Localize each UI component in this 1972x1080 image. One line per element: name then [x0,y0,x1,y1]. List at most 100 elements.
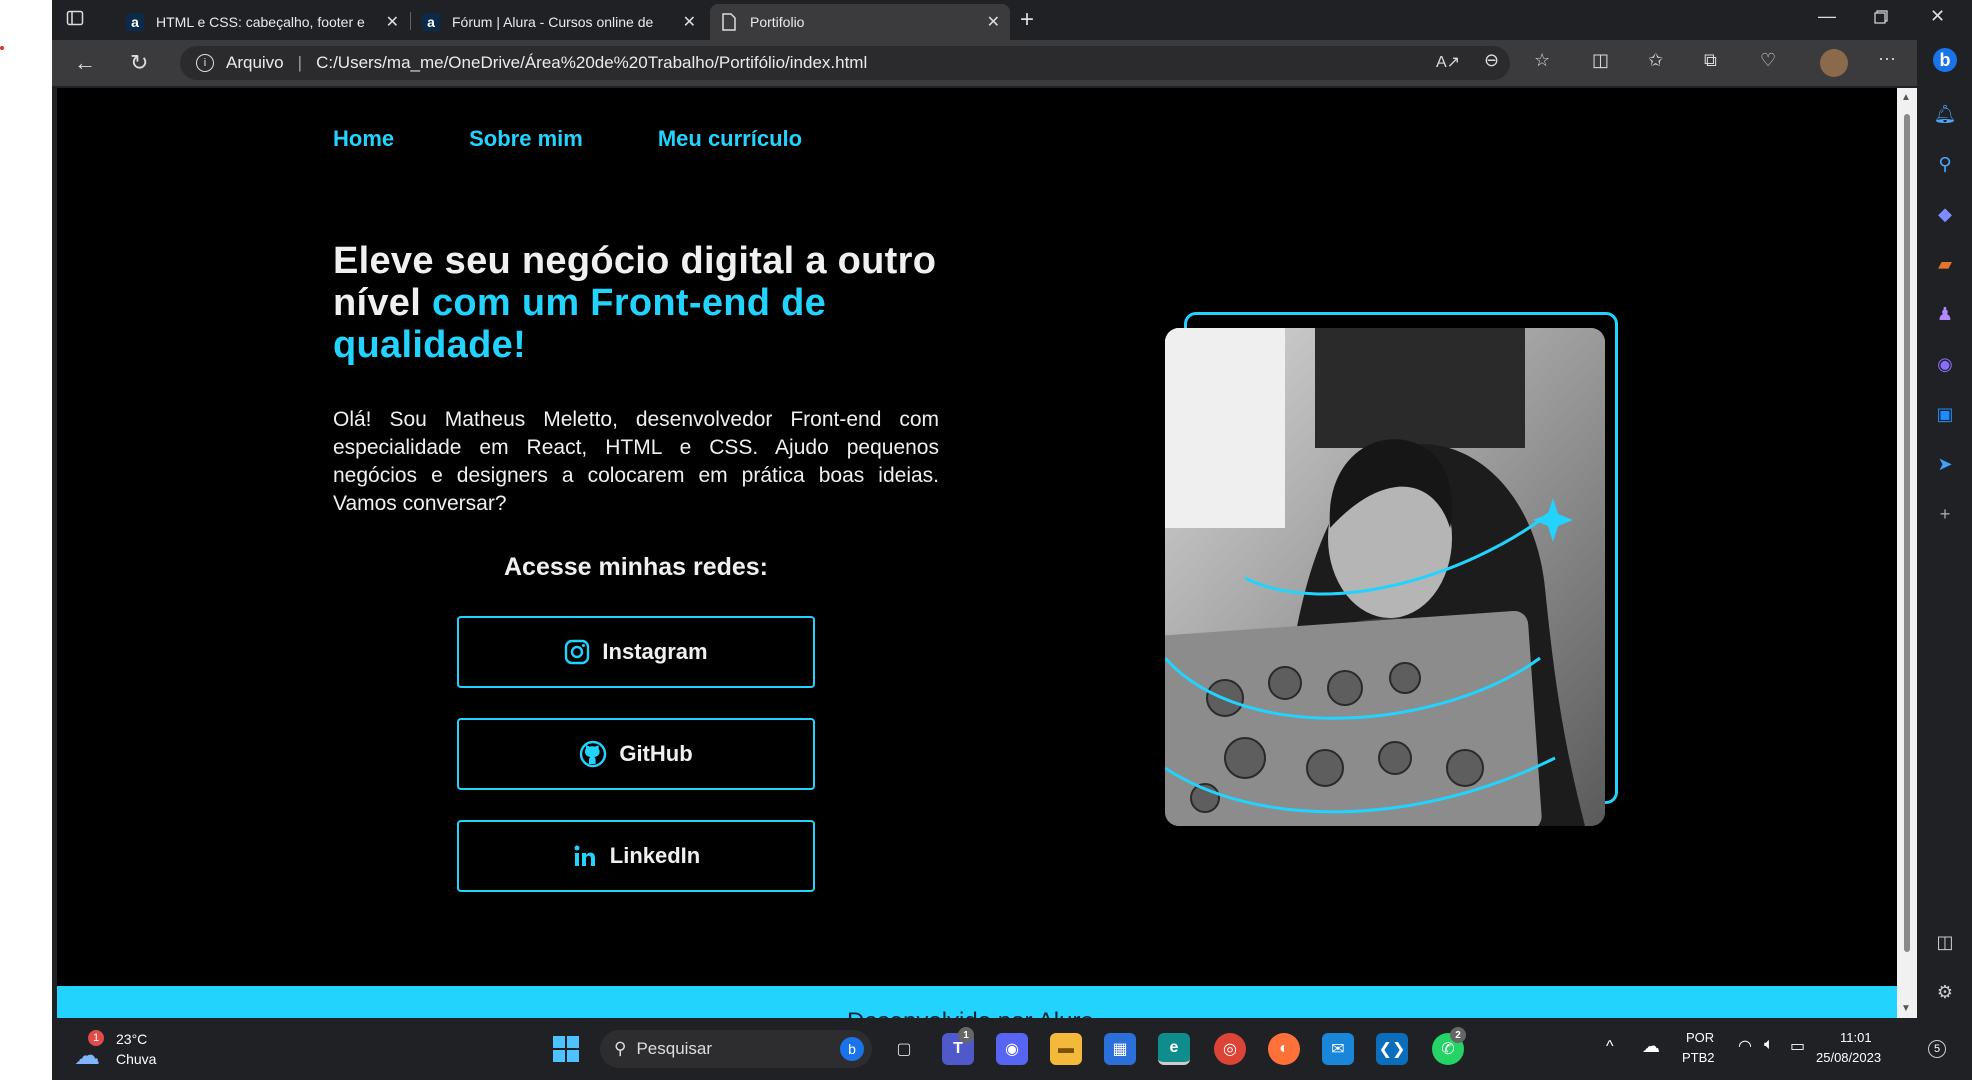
tab-portifolio[interactable]: Portifolio ✕ [710,4,1010,40]
wifi-icon[interactable]: ◠ [1738,1036,1752,1056]
screen: a HTML e CSS: cabeçalho, footer e ✕ a Fó… [0,0,1972,1080]
close-icon[interactable]: ✕ [683,12,696,32]
nav-sobre-mim[interactable]: Sobre mim [469,126,583,152]
split-screen-icon[interactable]: ◫ [1592,50,1609,71]
tab-html-css[interactable]: a HTML e CSS: cabeçalho, footer e ✕ [116,4,409,40]
task-view-icon[interactable]: ▢ [888,1033,920,1065]
favorites-icon[interactable]: ✩ [1648,50,1663,71]
scroll-thumb[interactable] [1904,114,1910,952]
browser-window: a HTML e CSS: cabeçalho, footer e ✕ a Fó… [52,0,1972,1018]
notification-count[interactable]: 5 [1928,1040,1946,1058]
profile-avatar[interactable] [1820,49,1848,77]
favorite-star-icon[interactable]: ☆ [1534,50,1550,71]
scroll-down-icon[interactable]: ▼ [1901,1003,1911,1014]
address-label: Arquivo [226,53,284,72]
minimize-icon[interactable]: — [1818,6,1836,27]
page-scrollbar[interactable]: ▲ ▼ [1897,88,1917,1018]
chrome-icon[interactable]: ◎ [1214,1033,1246,1065]
microsoft-store-icon[interactable]: ▦ [1104,1033,1136,1065]
social-label: LinkedIn [609,843,701,868]
add-sidebar-icon[interactable]: + [1933,502,1957,526]
hero-text: Olá! Sou Matheus Meletto, desenvolvedor … [333,408,939,515]
nav-meu-curriculo[interactable]: Meu currículo [658,126,802,152]
shopping-tag-icon[interactable]: ◆ [1933,202,1957,226]
clock-time[interactable]: 11:01 [1840,1030,1872,1045]
browser-essentials-icon[interactable]: ♡ [1760,50,1776,71]
tab-actions-icon[interactable] [66,9,84,32]
github-icon [579,740,607,768]
bing-icon[interactable]: b [840,1037,864,1061]
refresh-icon[interactable]: ↻ [130,50,148,76]
notification-bell-icon[interactable]: 🔔︎ [1933,102,1957,126]
weather-badge: 1 [88,1030,104,1046]
battery-icon[interactable]: ▭ [1790,1036,1805,1056]
settings-gear-icon[interactable]: ⚙ [1933,980,1957,1004]
tab-title: HTML e CSS: cabeçalho, footer e [156,14,365,30]
page-viewport: Home Sobre mim Meu currículo Eleve seu n… [57,88,1897,1018]
search-placeholder: Pesquisar [636,1039,713,1058]
lang-line2[interactable]: PTB2 [1682,1050,1715,1065]
games-icon[interactable]: ♟ [1933,302,1957,326]
weather-condition: Chuva [116,1051,157,1067]
hero-title: Eleve seu negócio digital a outro nível … [333,240,937,366]
social-label: Instagram [602,639,708,664]
info-icon[interactable]: i [196,54,214,72]
tab-title: Fórum | Alura - Cursos online de [452,14,654,30]
lang-line1[interactable]: POR [1686,1030,1714,1045]
drop-icon[interactable]: ➤ [1933,452,1957,476]
linkedin-icon [572,843,598,869]
desktop-edge [0,0,52,1080]
zoom-out-icon[interactable]: ⊖ [1484,50,1499,71]
edge-icon[interactable]: e [1158,1033,1190,1065]
discord-icon[interactable]: ◉ [996,1033,1028,1065]
social-label: GitHub [619,741,693,766]
edge-sidebar: b 🔔︎ ⚲ ◆ ▰ ♟ ◉ ▣ ➤ + ◫ ⚙ [1917,40,1972,1018]
close-icon[interactable]: ✕ [386,12,399,32]
mail-icon[interactable]: ✉ [1322,1033,1354,1065]
chevron-up-icon[interactable]: ^ [1606,1038,1614,1056]
windows-start-icon[interactable] [550,1033,582,1065]
address-bar[interactable]: i Arquivo | C:/Users/ma_me/OneDrive/Área… [180,46,1510,80]
copilot-icon[interactable]: b [1933,48,1957,72]
vscode-icon[interactable]: ❮❯ [1376,1033,1408,1065]
linkedin-button[interactable]: LinkedIn [457,820,815,892]
window-close-icon[interactable]: ✕ [1930,6,1945,27]
instagram-button[interactable]: Instagram [457,616,815,688]
weather-temp: 23°C [116,1031,148,1047]
whatsapp-icon[interactable]: ✆ 2 [1432,1027,1466,1065]
url-text[interactable]: C:/Users/ma_me/OneDrive/Área%20de%20Trab… [316,53,867,73]
taskbar-search[interactable]: ⚲ Pesquisar b [600,1030,872,1068]
outlook-icon[interactable]: ▣ [1933,402,1957,426]
page-nav: Home Sobre mim Meu currículo [333,126,802,152]
weather-widget[interactable]: ☁ 1 [74,1030,110,1070]
clock-date[interactable]: 25/08/2023 [1816,1050,1881,1065]
file-explorer-icon[interactable]: ▬ [1050,1033,1082,1065]
social-heading: Acesse minhas redes: [503,553,769,581]
tab-bar: a HTML e CSS: cabeçalho, footer e ✕ a Fó… [52,0,1972,40]
onedrive-cloud-icon[interactable]: ☁ [1642,1036,1660,1057]
new-tab-icon[interactable]: + [1020,6,1034,34]
teams-icon[interactable]: T 1 [942,1027,974,1065]
nav-home[interactable]: Home [333,126,394,152]
firefox-icon[interactable]: ◐ [1268,1033,1300,1065]
toolbar: ← ↻ i Arquivo | C:/Users/ma_me/OneDrive/… [52,40,1972,86]
tab-forum-alura[interactable]: a Fórum | Alura - Cursos online de ✕ [412,4,706,40]
microsoft-365-icon[interactable]: ◉ [1933,352,1957,376]
taskbar: ☁ 1 23°C Chuva ⚲ Pesquisar b ▢ T 1 ◉ ▬ ▦… [52,1018,1972,1080]
collections-icon[interactable]: ⧉ [1704,50,1717,71]
search-icon[interactable]: ⚲ [1933,152,1957,176]
hide-sidebar-icon[interactable]: ◫ [1933,930,1957,954]
alura-favicon-icon: a [422,13,440,31]
close-icon[interactable]: ✕ [987,12,1000,32]
restore-icon[interactable] [1874,8,1888,29]
footer: Desenvolvido por Alura [57,986,1897,1018]
back-icon[interactable]: ← [74,50,96,76]
volume-icon[interactable]: 🔈︎ [1764,1036,1774,1054]
read-aloud-icon[interactable]: A↗ [1436,52,1460,72]
alura-favicon-icon: a [126,13,144,31]
instagram-icon [564,639,590,665]
scroll-up-icon[interactable]: ▲ [1901,92,1911,103]
tools-icon[interactable]: ▰ [1933,252,1957,276]
github-button[interactable]: GitHub [457,718,815,790]
more-icon[interactable]: ··· [1878,48,1896,69]
